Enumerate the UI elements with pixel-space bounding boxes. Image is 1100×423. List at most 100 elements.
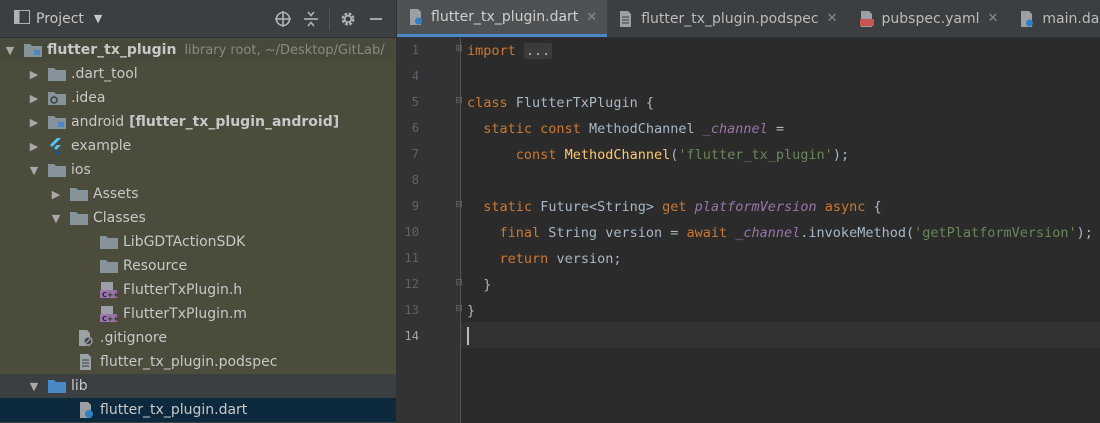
- tree-item-flutter-tx-plugin-dart[interactable]: flutter_tx_plugin.dart: [0, 398, 396, 422]
- fold-expand-icon[interactable]: ⊞: [454, 44, 464, 56]
- tree-item-label: flutter_tx_plugin.dart: [100, 402, 248, 418]
- tree-item-gitignore[interactable]: .gitignore: [0, 326, 396, 350]
- folder-icon: [100, 234, 118, 250]
- return-value: version;: [556, 251, 622, 267]
- chevron-right-icon[interactable]: ▶: [28, 140, 40, 153]
- chevron-down-icon[interactable]: ▼: [28, 380, 40, 393]
- tree-item-example[interactable]: ▶ example: [0, 134, 396, 158]
- dart-file-icon: [77, 402, 95, 418]
- punctuation: }: [467, 303, 476, 319]
- tab-flutter-tx-plugin-dart[interactable]: flutter_tx_plugin.dart ✕: [397, 0, 608, 37]
- fold-collapse-icon[interactable]: ⊟: [454, 200, 464, 212]
- locate-target-icon[interactable]: [269, 5, 297, 33]
- project-panel: Project ▼ ▼ flutter_tx_plugin library ro…: [0, 0, 396, 423]
- svg-text:C++: C++: [102, 291, 118, 298]
- tree-item-annotation: library root, ~/Desktop/GitLab/: [184, 42, 385, 58]
- keyword: await: [686, 225, 728, 241]
- fold-collapse-icon[interactable]: ⊟: [454, 96, 464, 108]
- current-line-highlight: [461, 322, 1100, 348]
- tab-label: main.dart: [1042, 10, 1100, 27]
- tree-item-label: flutter_tx_plugin: [47, 42, 177, 58]
- code-line-7[interactable]: const MethodChannel('flutter_tx_plugin')…: [467, 142, 849, 168]
- chevron-down-icon[interactable]: ▼: [50, 212, 62, 225]
- tree-item-fluttertxplugin-h[interactable]: C++ FlutterTxPlugin.h: [0, 278, 396, 302]
- keyword: get: [662, 199, 687, 215]
- tab-pubspec-yaml[interactable]: pubspec.yaml ✕: [848, 0, 1009, 37]
- keyword: static: [483, 199, 533, 215]
- project-panel-icon: [14, 9, 30, 28]
- project-panel-header: Project ▼: [0, 0, 396, 38]
- folded-imports[interactable]: ...: [523, 43, 553, 59]
- punctuation: );: [1076, 225, 1093, 241]
- code-line-13[interactable]: }: [467, 298, 475, 324]
- source-folder-icon: [48, 378, 66, 394]
- tree-item-fluttertxplugin-m[interactable]: C++ FlutterTxPlugin.m: [0, 302, 396, 326]
- module-name-tag: [flutter_tx_plugin_android]: [129, 114, 340, 130]
- tree-item-assets[interactable]: ▶ Assets: [0, 182, 396, 206]
- tree-item-ios[interactable]: ▼ ios: [0, 158, 396, 182]
- cpp-file-icon: C++: [100, 306, 118, 322]
- tree-item-dart-tool[interactable]: ▶ .dart_tool: [0, 62, 396, 86]
- tree-item-label: flutter_tx_plugin.podspec: [100, 354, 278, 370]
- code-line-1[interactable]: import ...: [467, 38, 553, 64]
- tree-item-label: LibGDTActionSDK: [123, 234, 246, 250]
- folder-icon: [100, 258, 118, 274]
- line-number-current: 14: [404, 329, 419, 343]
- line-number: 8: [411, 173, 419, 187]
- declaration: String version =: [548, 225, 679, 241]
- toolbar-divider: [329, 7, 330, 30]
- tab-main-dart[interactable]: main.dart: [1008, 0, 1100, 37]
- tree-item-label: ios: [71, 162, 91, 178]
- code-line-10[interactable]: final String version = await _channel.in…: [467, 220, 1093, 246]
- method-call: .invokeMethod(: [800, 225, 915, 241]
- keyword: final: [499, 225, 541, 241]
- project-view-selector[interactable]: Project ▼: [0, 0, 102, 37]
- close-icon[interactable]: ✕: [827, 11, 838, 26]
- tab-flutter-tx-plugin-podspec[interactable]: flutter_tx_plugin.podspec ✕: [607, 0, 847, 37]
- tree-item-label: .idea: [71, 90, 106, 106]
- punctuation: {: [637, 95, 654, 111]
- class-name: FlutterTxPlugin: [515, 95, 638, 111]
- chevron-right-icon[interactable]: ▶: [50, 188, 62, 201]
- fold-end-icon[interactable]: ⊟: [454, 304, 464, 316]
- line-number: 11: [404, 251, 419, 265]
- keyword: async: [824, 199, 866, 215]
- chevron-right-icon[interactable]: ▶: [28, 92, 40, 105]
- close-icon[interactable]: ✕: [987, 11, 998, 26]
- keyword: const: [515, 147, 557, 163]
- chevron-down-icon[interactable]: ▼: [4, 44, 16, 57]
- code-line-11[interactable]: return version;: [467, 246, 622, 272]
- tree-item-root[interactable]: ▼ flutter_tx_plugin library root, ~/Desk…: [0, 38, 396, 62]
- close-icon[interactable]: ✕: [586, 10, 597, 25]
- tree-item-libgdtactionsdk[interactable]: LibGDTActionSDK: [0, 230, 396, 254]
- code-line-12[interactable]: }: [467, 272, 491, 298]
- project-panel-title: Project: [36, 10, 84, 27]
- line-number: 1: [411, 43, 419, 57]
- tree-item-android[interactable]: ▶ android [flutter_tx_plugin_android]: [0, 110, 396, 134]
- code-line-5[interactable]: class FlutterTxPlugin {: [467, 90, 654, 116]
- chevron-down-icon[interactable]: ▼: [28, 164, 40, 177]
- tab-label: flutter_tx_plugin.podspec: [641, 10, 819, 27]
- tree-item-classes[interactable]: ▼ Classes: [0, 206, 396, 230]
- keyword: static const: [483, 121, 581, 137]
- minimize-icon[interactable]: [362, 5, 390, 33]
- editor-tabs: flutter_tx_plugin.dart ✕ flutter_tx_plug…: [397, 0, 1100, 38]
- tab-label: pubspec.yaml: [881, 10, 980, 27]
- chevron-right-icon[interactable]: ▶: [28, 116, 40, 129]
- dart-file-icon: [409, 9, 423, 25]
- yaml-file-icon: [859, 10, 874, 27]
- tree-item-label: Assets: [93, 186, 139, 202]
- tree-item-podspec[interactable]: flutter_tx_plugin.podspec: [0, 350, 396, 374]
- code-line-6[interactable]: static const MethodChannel _channel =: [467, 116, 784, 142]
- chevron-right-icon[interactable]: ▶: [28, 68, 40, 81]
- fold-end-icon[interactable]: ⊟: [454, 278, 464, 290]
- line-number: 9: [411, 199, 419, 213]
- punctuation: {: [865, 199, 882, 215]
- tree-item-idea[interactable]: ▶ .idea: [0, 86, 396, 110]
- punctuation: );: [832, 147, 850, 163]
- collapse-all-icon[interactable]: [297, 5, 325, 33]
- tree-item-resource[interactable]: Resource: [0, 254, 396, 278]
- tree-item-lib[interactable]: ▼ lib: [0, 374, 396, 398]
- code-line-9[interactable]: static Future<String> get platformVersio…: [467, 194, 882, 220]
- gear-icon[interactable]: [334, 5, 362, 33]
